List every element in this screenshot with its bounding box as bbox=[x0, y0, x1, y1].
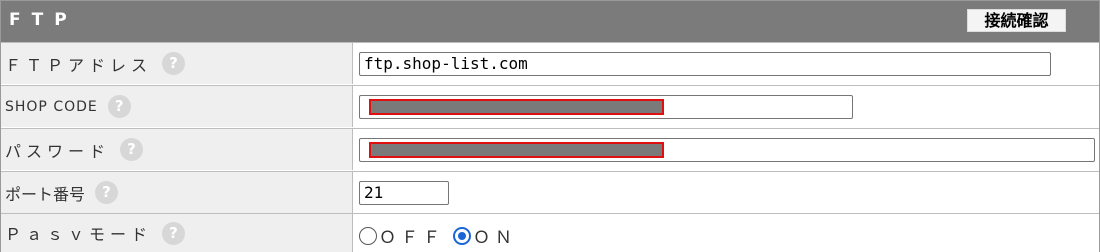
port-number-label-cell: ポート番号 ? bbox=[1, 172, 353, 213]
pasv-off-radio[interactable] bbox=[359, 226, 377, 245]
redacted-value bbox=[369, 99, 664, 115]
connection-check-button[interactable]: 接続確認 bbox=[967, 9, 1066, 32]
help-icon[interactable]: ? bbox=[162, 52, 186, 75]
password-value-cell bbox=[353, 129, 1099, 170]
section-title: FTP bbox=[9, 10, 78, 30]
password-label: パスワード bbox=[5, 141, 111, 161]
shop-code-label-cell: SHOP CODE ? bbox=[1, 86, 353, 127]
ftp-settings-panel: FTP 接続確認 ＦＴＰアドレス ? ftp.shop-list.com SHO… bbox=[0, 0, 1100, 252]
pasv-mode-label: Ｐａｓｖモード bbox=[5, 225, 153, 244]
shop-code-row: SHOP CODE ? bbox=[1, 85, 1099, 127]
password-row: パスワード ? bbox=[1, 128, 1099, 170]
port-number-row: ポート番号 ? 21 bbox=[1, 171, 1099, 213]
help-icon[interactable]: ? bbox=[162, 221, 186, 245]
ftp-address-input[interactable]: ftp.shop-list.com bbox=[359, 52, 1051, 76]
port-number-label: ポート番号 bbox=[5, 184, 86, 204]
pasv-mode-row: Ｐａｓｖモード ? ＯＦＦ ＯＮ bbox=[1, 213, 1099, 252]
pasv-mode-radio-group: ＯＦＦ ＯＮ bbox=[359, 223, 525, 248]
help-icon[interactable]: ? bbox=[95, 181, 119, 204]
port-number-input[interactable]: 21 bbox=[359, 181, 449, 205]
shop-code-value-cell bbox=[353, 86, 1099, 127]
help-icon[interactable]: ? bbox=[120, 138, 144, 161]
ftp-address-value-cell: ftp.shop-list.com bbox=[353, 43, 1099, 84]
ftp-address-label: ＦＴＰアドレス bbox=[5, 55, 153, 75]
ftp-address-row: ＦＴＰアドレス ? ftp.shop-list.com bbox=[1, 42, 1099, 84]
section-header: FTP 接続確認 bbox=[1, 1, 1099, 42]
redacted-value bbox=[369, 142, 664, 158]
password-input[interactable] bbox=[359, 138, 1095, 162]
shop-code-label: SHOP CODE bbox=[5, 98, 98, 115]
shop-code-input[interactable] bbox=[359, 95, 853, 119]
pasv-on-radio[interactable] bbox=[453, 226, 471, 245]
pasv-off-label[interactable]: ＯＦＦ bbox=[379, 223, 445, 248]
help-icon[interactable]: ? bbox=[107, 95, 131, 118]
pasv-mode-value-cell: ＯＦＦ ＯＮ bbox=[353, 214, 1099, 252]
ftp-address-label-cell: ＦＴＰアドレス ? bbox=[1, 43, 353, 84]
pasv-on-label[interactable]: ＯＮ bbox=[473, 223, 517, 248]
pasv-mode-label-cell: Ｐａｓｖモード ? bbox=[1, 214, 353, 252]
port-number-value-cell: 21 bbox=[353, 172, 1099, 213]
password-label-cell: パスワード ? bbox=[1, 129, 353, 170]
